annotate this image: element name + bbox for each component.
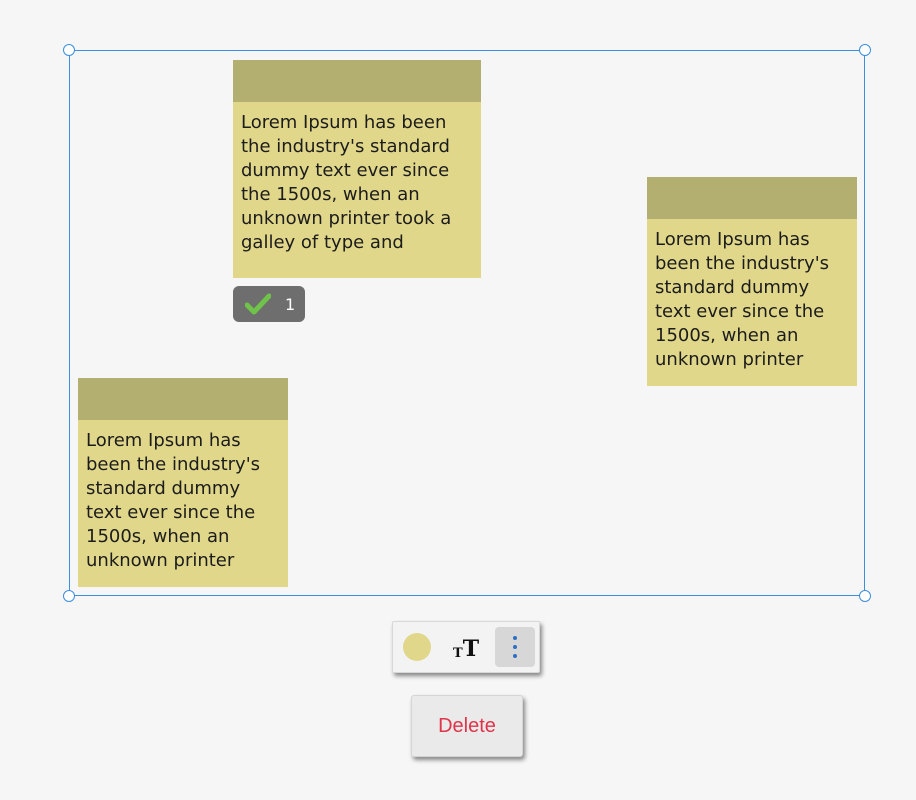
sticky-note-text[interactable]: Lorem Ipsum has been the industry's stan…: [647, 219, 857, 372]
sticky-note-text[interactable]: Lorem Ipsum has been the industry's stan…: [78, 420, 288, 573]
text-size-small-glyph: T: [453, 646, 463, 661]
color-picker-button[interactable]: [403, 633, 431, 661]
resize-handle-bottom-left[interactable]: [63, 590, 75, 602]
more-options-button[interactable]: [495, 627, 536, 667]
more-vertical-icon: [513, 636, 518, 640]
resize-handle-bottom-right[interactable]: [859, 590, 871, 602]
sticky-note[interactable]: Lorem Ipsum has been the industry's stan…: [78, 378, 288, 587]
resize-handle-top-left[interactable]: [63, 44, 75, 56]
text-size-big-glyph: T: [462, 636, 480, 662]
sticky-note[interactable]: Lorem Ipsum has been the industry's stan…: [233, 60, 481, 278]
note-toolbar: T T: [392, 621, 540, 673]
check-icon: [245, 293, 271, 315]
sticky-note-header[interactable]: [647, 177, 857, 219]
resize-handle-top-right[interactable]: [859, 44, 871, 56]
vote-count: 1: [285, 294, 296, 314]
sticky-note-text[interactable]: Lorem Ipsum has been the industry's stan…: [233, 102, 481, 255]
vote-badge[interactable]: 1: [233, 286, 305, 322]
sticky-note-header[interactable]: [78, 378, 288, 420]
sticky-note[interactable]: Lorem Ipsum has been the industry's stan…: [647, 177, 857, 386]
text-size-button[interactable]: T T: [453, 634, 479, 660]
sticky-note-header[interactable]: [233, 60, 481, 102]
delete-button[interactable]: Delete: [411, 695, 523, 757]
